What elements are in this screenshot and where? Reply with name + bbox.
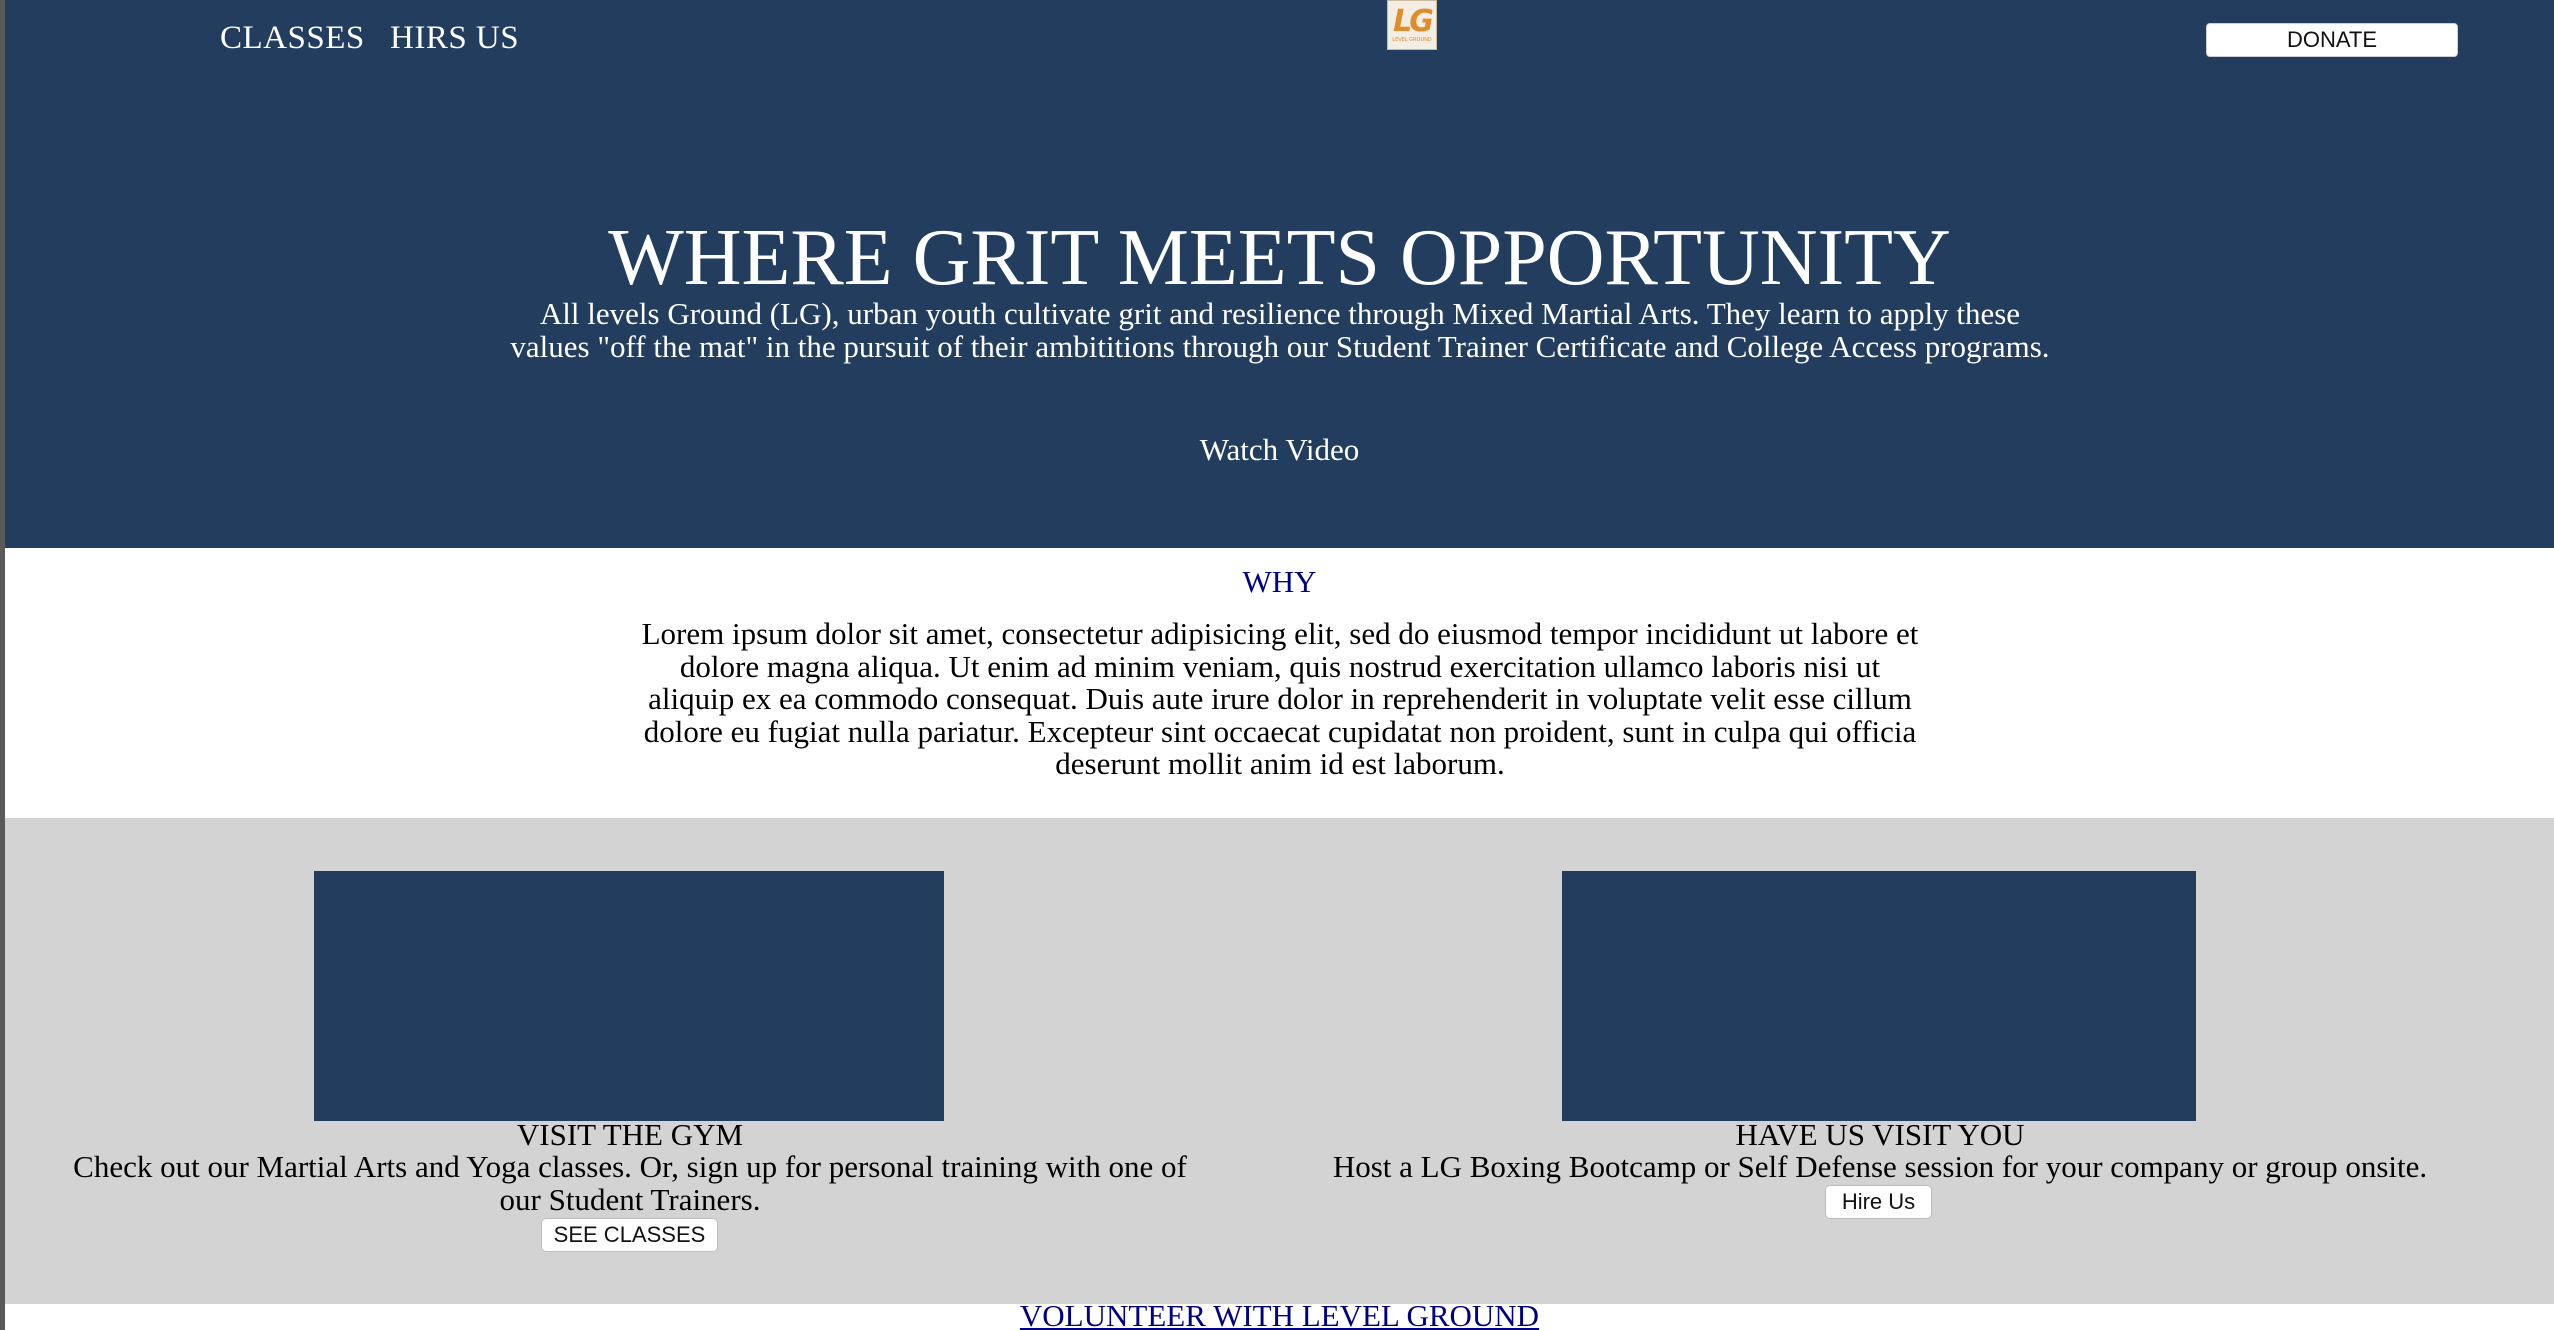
visit-card-title: HAVE US VISIT YOU <box>1735 1117 2025 1152</box>
hire-us-button[interactable]: Hire Us <box>1825 1185 1932 1219</box>
gym-card-title: VISIT THE GYM <box>516 1117 744 1152</box>
why-text: Lorem ipsum dolor sit amet, consectetur … <box>641 616 1919 781</box>
volunteer-link[interactable]: VOLUNTEER WITH LEVEL GROUND <box>5 1298 2554 1330</box>
why-title: WHY <box>1242 564 1317 599</box>
logo-subtitle: LEVEL GROUND <box>1392 37 1432 43</box>
hero-section: CLASSES HIRS US LG LEVEL GROUND DONATE W… <box>5 0 2554 548</box>
logo-mark: LG <box>1393 4 1434 39</box>
nav-classes-link[interactable]: CLASSES <box>220 20 365 57</box>
hero-title: WHERE GRIT MEETS OPPORTUNITY <box>608 214 1951 302</box>
logo[interactable]: LG LEVEL GROUND <box>1387 0 1437 50</box>
nav-hire-us-link[interactable]: HIRS US <box>390 20 519 57</box>
watch-video-link[interactable]: Watch Video <box>5 432 2554 468</box>
visit-image-placeholder <box>1562 871 2196 1121</box>
gym-card-text: Check out our Martial Arts and Yoga clas… <box>73 1149 1187 1217</box>
gym-image-placeholder <box>314 871 944 1121</box>
cards-section: VISIT THE GYM Check out our Martial Arts… <box>5 818 2554 1304</box>
hero-description: All levels Ground (LG), urban youth cult… <box>510 296 2050 364</box>
donate-button[interactable]: DONATE <box>2206 23 2458 57</box>
visit-card-text: Host a LG Boxing Bootcamp or Self Defens… <box>1332 1149 2428 1184</box>
see-classes-button[interactable]: SEE CLASSES <box>541 1218 718 1252</box>
page: CLASSES HIRS US LG LEVEL GROUND DONATE W… <box>5 0 2554 1330</box>
